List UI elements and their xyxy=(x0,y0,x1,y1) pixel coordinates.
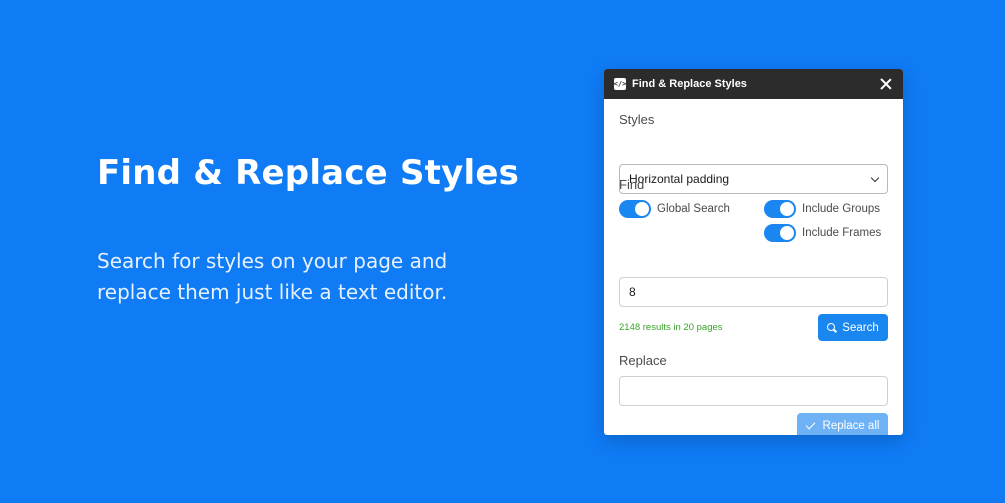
close-icon[interactable] xyxy=(879,77,893,91)
hero-title: Find & Replace Styles xyxy=(97,153,520,193)
global-search-toggle[interactable] xyxy=(619,200,651,218)
panel-titlebar: </> Find & Replace Styles xyxy=(604,69,903,99)
search-icon xyxy=(827,322,837,333)
find-input[interactable] xyxy=(619,277,888,307)
global-search-label: Global Search xyxy=(657,203,730,215)
styles-label: Styles xyxy=(619,112,655,127)
include-groups-toggle[interactable] xyxy=(764,200,796,218)
chevron-down-icon xyxy=(870,173,880,182)
include-frames-label: Include Frames xyxy=(802,227,882,239)
include-frames-toggle[interactable] xyxy=(764,224,796,242)
replace-label: Replace xyxy=(619,353,667,368)
hero-subtitle: Search for styles on your page and repla… xyxy=(97,249,448,304)
toggle-knob xyxy=(635,202,649,216)
replace-all-button[interactable]: Replace all xyxy=(797,413,888,435)
panel-title: Find & Replace Styles xyxy=(632,78,747,90)
check-icon xyxy=(805,419,815,430)
search-button-label: Search xyxy=(842,321,879,334)
include-groups-label: Include Groups xyxy=(802,203,880,215)
canvas: Find & Replace Styles Search for styles … xyxy=(0,0,1005,503)
replace-all-label: Replace all xyxy=(822,420,880,432)
toggle-knob xyxy=(780,226,794,240)
search-results-count: 2148 results in 20 pages xyxy=(619,322,723,333)
toggle-knob xyxy=(780,202,794,216)
search-button[interactable]: Search xyxy=(818,314,888,341)
code-icon: </> xyxy=(614,78,626,90)
styles-selected-value: Horizontal padding xyxy=(629,172,730,186)
find-label: Find xyxy=(619,177,645,192)
plugin-panel: </> Find & Replace Styles Styles Horizon… xyxy=(604,69,903,435)
styles-select[interactable]: Horizontal padding xyxy=(619,164,888,194)
global-search-toggle-row: Global Search xyxy=(619,200,730,218)
include-groups-toggle-row: Include Groups xyxy=(764,200,880,218)
include-frames-toggle-row: Include Frames xyxy=(764,224,881,242)
replace-input[interactable] xyxy=(619,376,888,406)
